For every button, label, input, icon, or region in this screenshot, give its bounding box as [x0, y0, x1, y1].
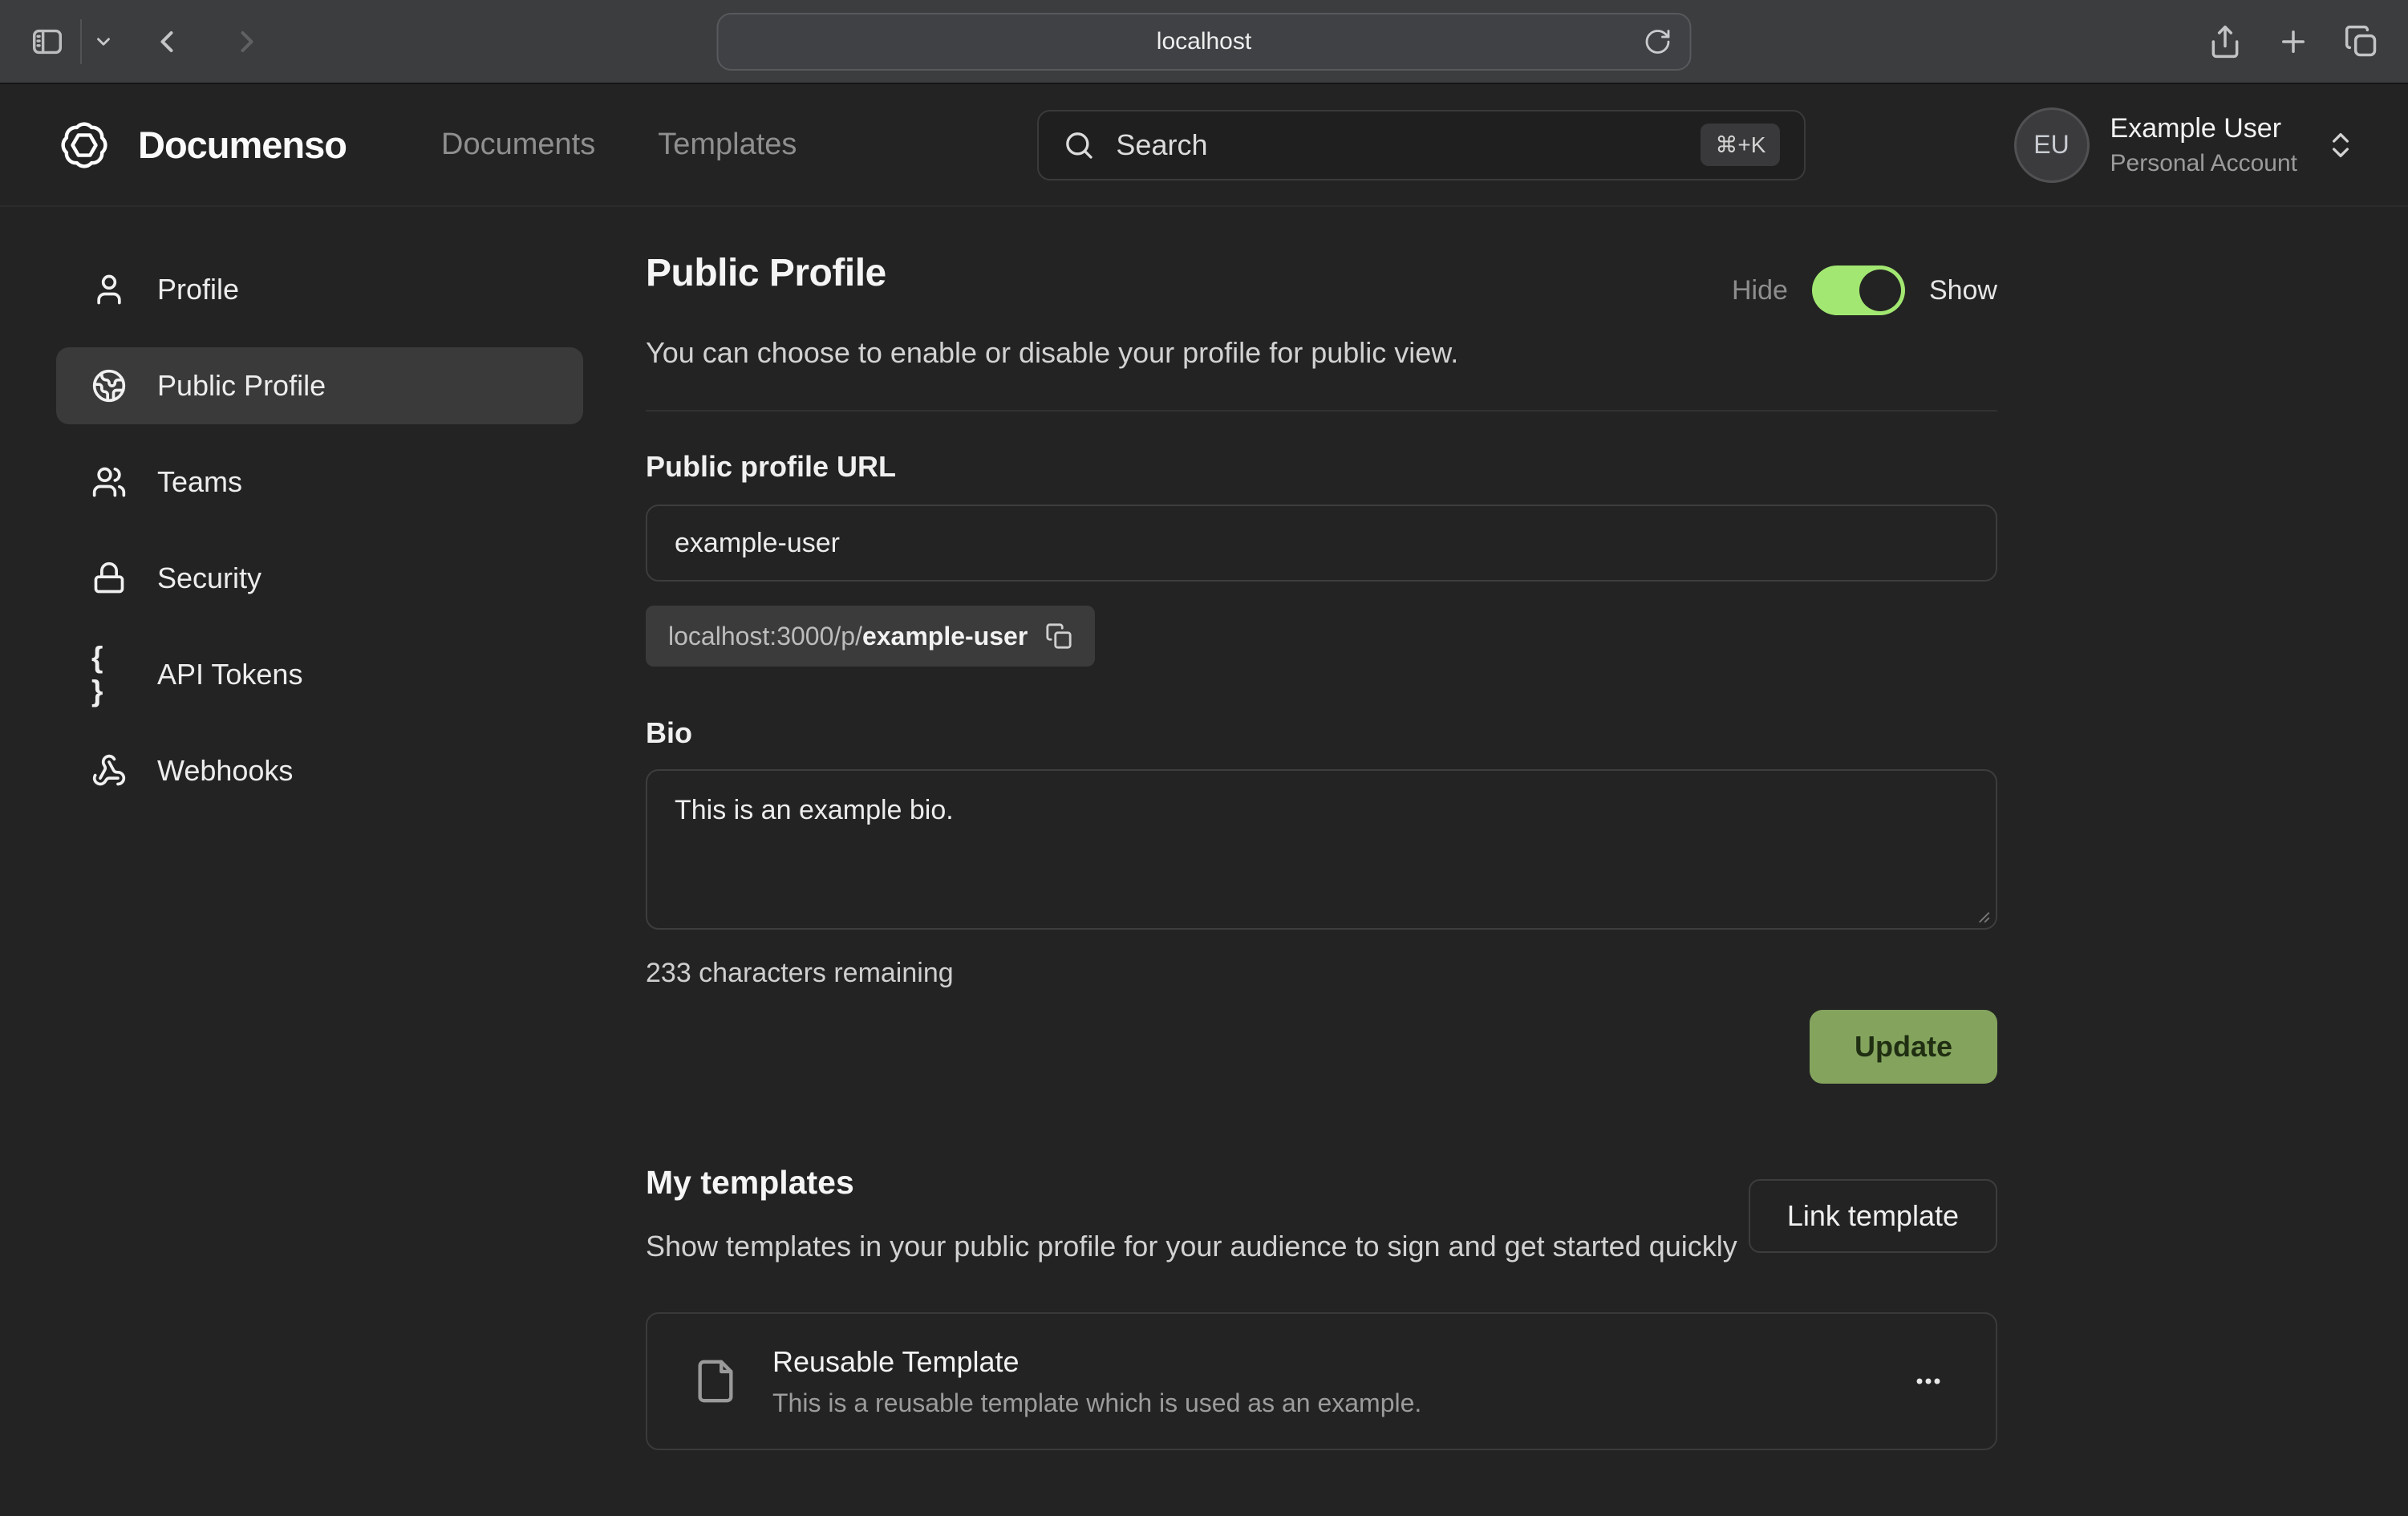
- nav-link-documents[interactable]: Documents: [441, 128, 595, 162]
- profile-url-input[interactable]: [646, 505, 1997, 582]
- url-slug: example-user: [862, 622, 1028, 651]
- forward-button[interactable]: [229, 24, 265, 59]
- toggle-knob: [1859, 270, 1901, 311]
- divider: [80, 19, 82, 64]
- link-template-button[interactable]: Link template: [1749, 1179, 1997, 1253]
- template-card: Reusable Template This is a reusable tem…: [646, 1312, 1997, 1450]
- sidebar-item-public-profile[interactable]: Public Profile: [56, 347, 583, 424]
- bio-label: Bio: [646, 716, 1997, 750]
- sidebar-item-label: API Tokens: [157, 658, 302, 691]
- browser-chrome: localhost: [0, 0, 2408, 84]
- ellipsis-icon: [1911, 1364, 1946, 1399]
- brand-name: Documenso: [138, 123, 347, 167]
- nav-link-templates[interactable]: Templates: [658, 128, 797, 162]
- user-menu[interactable]: EU Example User Personal Account: [2014, 107, 2357, 183]
- bio-textarea[interactable]: This is an example bio.: [646, 769, 1997, 930]
- show-label: Show: [1929, 275, 1997, 306]
- sidebar-item-teams[interactable]: Teams: [56, 444, 583, 521]
- characters-remaining: 233 characters remaining: [646, 958, 1997, 989]
- tab-overview-icon[interactable]: [2344, 24, 2379, 59]
- search-bar[interactable]: Search ⌘+K: [1037, 110, 1806, 180]
- resize-handle-icon[interactable]: [1973, 906, 1991, 924]
- documenso-logo-icon: [51, 112, 117, 178]
- avatar: EU: [2014, 107, 2090, 183]
- user-account-type: Personal Account: [2110, 148, 2297, 179]
- chevrons-up-down-icon: [2325, 129, 2357, 161]
- update-button[interactable]: Update: [1810, 1010, 1997, 1084]
- profile-url-preview[interactable]: localhost:3000/p/example-user: [646, 606, 1095, 667]
- sidebar-item-profile[interactable]: Profile: [56, 251, 583, 328]
- divider: [646, 410, 1997, 411]
- visibility-toggle[interactable]: [1812, 266, 1905, 315]
- brand[interactable]: Documenso: [51, 112, 347, 178]
- sidebar-item-label: Teams: [157, 465, 242, 499]
- user-name: Example User: [2110, 111, 2297, 146]
- new-tab-plus-icon[interactable]: [2276, 25, 2310, 59]
- search-placeholder: Search: [1116, 128, 1207, 162]
- templates-header: My templates Show templates in your publ…: [646, 1164, 1737, 1267]
- users-icon: [91, 464, 127, 500]
- page-title: Public Profile: [646, 251, 886, 295]
- lock-icon: [91, 561, 127, 596]
- templates-description: Show templates in your public profile fo…: [646, 1226, 1737, 1267]
- share-icon[interactable]: [2207, 24, 2243, 59]
- main-content: Public Profile Hide Show You can choose …: [646, 251, 1997, 1450]
- address-url: localhost: [1157, 28, 1251, 55]
- copy-icon: [1045, 622, 1072, 650]
- sidebar-item-label: Webhooks: [157, 754, 293, 788]
- webhook-icon: [91, 753, 127, 788]
- hide-label: Hide: [1732, 275, 1788, 306]
- sidebar-item-api-tokens[interactable]: { } API Tokens: [56, 636, 583, 713]
- url-prefix: localhost:3000/p/: [668, 622, 862, 651]
- templates-title: My templates: [646, 1164, 1737, 1202]
- user-icon: [91, 272, 127, 307]
- template-description: This is a reusable template which is use…: [772, 1388, 1421, 1418]
- chevron-down-icon[interactable]: [93, 31, 114, 52]
- globe-icon: [91, 368, 127, 403]
- page-description: You can choose to enable or disable your…: [646, 336, 1997, 370]
- sidebar-panel-icon[interactable]: [29, 23, 66, 60]
- sidebar-item-label: Profile: [157, 273, 239, 306]
- search-icon: [1063, 129, 1095, 161]
- template-menu-button[interactable]: [1906, 1364, 1951, 1399]
- url-text: localhost:3000/p/example-user: [668, 622, 1028, 651]
- settings-sidebar: Profile Public Profile: [56, 251, 583, 1450]
- sidebar-item-label: Security: [157, 561, 261, 595]
- template-title: Reusable Template: [772, 1345, 1421, 1379]
- sidebar-item-security[interactable]: Security: [56, 540, 583, 617]
- sidebar-item-label: Public Profile: [157, 369, 326, 403]
- sidebar-item-webhooks[interactable]: Webhooks: [56, 732, 583, 809]
- address-bar[interactable]: localhost: [717, 13, 1692, 71]
- visibility-toggle-row: Hide Show: [1732, 266, 1997, 315]
- copy-url-button[interactable]: [1045, 622, 1072, 650]
- reload-icon[interactable]: [1644, 27, 1672, 56]
- app-navbar: Documenso Documents Templates Search ⌘+K…: [0, 84, 2408, 207]
- braces-icon: { }: [91, 641, 127, 708]
- back-button[interactable]: [149, 24, 184, 59]
- profile-url-label: Public profile URL: [646, 450, 1997, 484]
- file-icon: [692, 1358, 739, 1405]
- search-shortcut-badge: ⌘+K: [1701, 124, 1780, 166]
